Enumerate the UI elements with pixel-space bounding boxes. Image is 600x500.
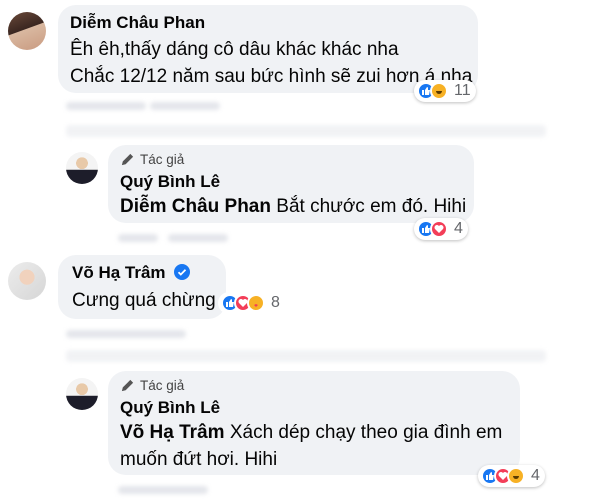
reply-text-line: Xách dép chạy theo gia đình em	[229, 422, 503, 443]
comment-text-line: Êh êh,thấy dáng cô dâu khác khác nha	[70, 39, 399, 60]
comment-actions	[118, 234, 158, 242]
author-badge: Tác giả	[120, 378, 184, 393]
reply-bubble: Tác giả Quý Bình Lê Võ Hạ Trâm Xách dép …	[108, 371, 520, 475]
reaction-summary[interactable]: 4	[414, 218, 468, 240]
mention-link[interactable]: Diễm Châu Phan	[120, 196, 271, 217]
reaction-summary[interactable]: 8	[218, 292, 285, 314]
comment-author-name[interactable]: Võ Hạ Trâm	[72, 263, 166, 282]
love-reaction-icon	[430, 220, 448, 238]
reply-bubble: Tác giả Quý Bình Lê Diễm Châu Phan Bắt c…	[108, 145, 474, 223]
care-reaction-icon	[247, 294, 265, 312]
reaction-count: 8	[271, 294, 280, 311]
avatar-quy-binh-le[interactable]	[66, 378, 98, 410]
author-badge: Tác giả	[120, 152, 184, 167]
reaction-count: 11	[454, 82, 471, 99]
comment-text-line: Chắc 12/12 năm sau bức hình sẽ zui hơn á…	[70, 66, 473, 87]
comment-bubble: Diễm Châu Phan Êh êh,thấy dáng cô dâu kh…	[58, 5, 478, 93]
author-badge-label: Tác giả	[140, 378, 185, 393]
mention-link[interactable]: Võ Hạ Trâm	[120, 422, 225, 443]
comment-author[interactable]: Quý Bình Lê	[120, 172, 220, 192]
pencil-icon	[121, 379, 134, 392]
reaction-count: 4	[531, 467, 540, 484]
comment-author[interactable]: Võ Hạ Trâm	[72, 263, 191, 283]
comment-actions	[66, 102, 146, 110]
comment-bubble: Võ Hạ Trâm Cưng quá chừng	[58, 255, 226, 319]
reaction-summary[interactable]: 4	[478, 465, 545, 487]
comment-actions	[150, 102, 220, 110]
reply-text-line: muốn đứt hơi. Hihi	[120, 449, 278, 470]
comment-author[interactable]: Quý Bình Lê	[120, 398, 220, 418]
haha-reaction-icon	[430, 82, 448, 100]
reaction-summary[interactable]: 11	[414, 80, 476, 102]
comment-actions	[66, 350, 546, 362]
reply-text: Võ Hạ Trâm Xách dép chạy theo gia đình e…	[120, 419, 502, 446]
comment-actions	[66, 330, 186, 338]
comment-actions	[118, 486, 208, 494]
reply-text-content: Bắt chước em đó. Hihi	[276, 196, 467, 217]
haha-reaction-icon	[507, 467, 525, 485]
verified-badge-icon	[174, 264, 191, 280]
pencil-icon	[121, 153, 134, 166]
avatar-vo-ha-tram[interactable]	[8, 262, 46, 300]
reaction-count: 4	[454, 220, 463, 237]
author-badge-label: Tác giả	[140, 152, 185, 167]
comment-actions	[168, 234, 228, 242]
comment-actions	[66, 125, 546, 137]
reply-text: Diễm Châu Phan Bắt chước em đó. Hihi	[120, 193, 466, 220]
avatar-quy-binh-le[interactable]	[66, 152, 98, 184]
comment-text: Cưng quá chừng	[72, 290, 216, 311]
avatar-diem-chau-phan[interactable]	[8, 12, 46, 50]
comment-author[interactable]: Diễm Châu Phan	[70, 13, 205, 33]
